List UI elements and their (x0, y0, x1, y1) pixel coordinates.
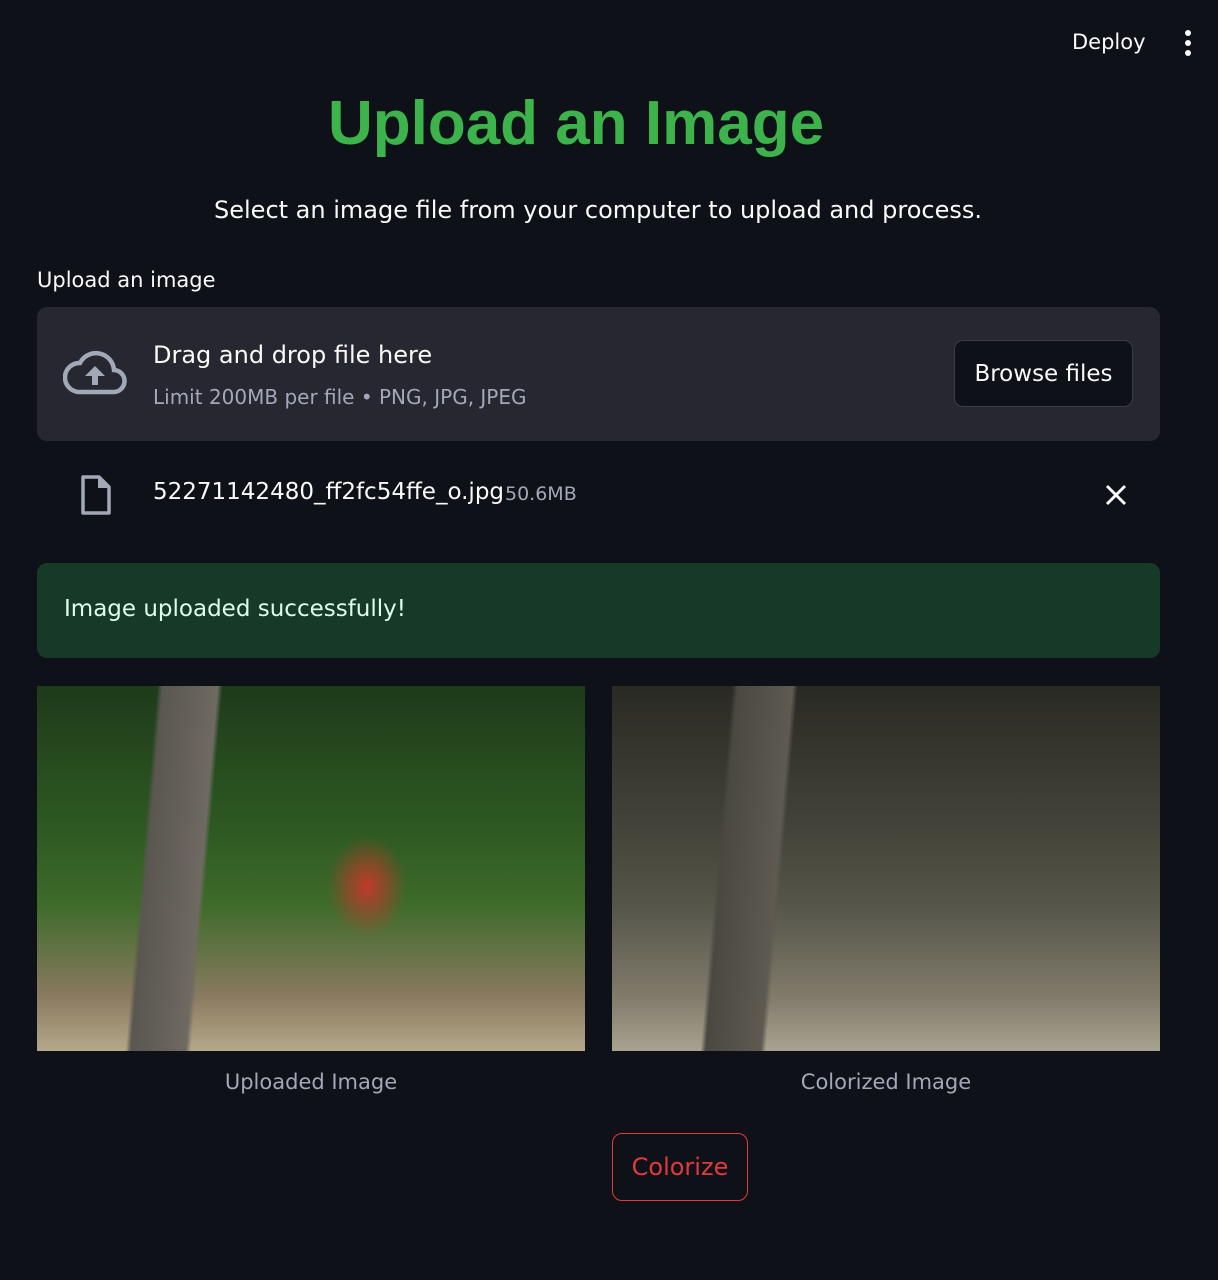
drop-text: Drag and drop file here (153, 341, 433, 369)
file-size: 50.6MB (505, 483, 577, 505)
cloud-upload-icon (63, 350, 127, 395)
limit-text: Limit 200MB per file • PNG, JPG, JPEG (153, 385, 527, 409)
colorized-image-caption: Colorized Image (800, 1070, 972, 1094)
colorize-button[interactable]: Colorize (612, 1133, 748, 1201)
uploaded-image (37, 686, 585, 1051)
uploaded-image-caption: Uploaded Image (224, 1070, 398, 1094)
colorized-image (612, 686, 1160, 1051)
file-dropzone[interactable]: Drag and drop file here Limit 200MB per … (37, 307, 1160, 441)
page-title: Upload an Image (327, 89, 825, 158)
success-alert: Image uploaded successfully! (37, 563, 1160, 658)
deploy-button[interactable]: Deploy (1072, 30, 1146, 54)
page-subtitle: Select an image file from your computer … (214, 196, 982, 224)
file-icon (81, 475, 111, 515)
uploaded-file-item: 52271142480_ff2fc54ffe_o.jpg 50.6MB (37, 465, 1160, 525)
uploader-label: Upload an image (37, 268, 216, 292)
close-icon (1105, 484, 1127, 505)
success-text: Image uploaded successfully! (64, 596, 406, 622)
more-vertical-icon[interactable] (1180, 30, 1196, 56)
file-name: 52271142480_ff2fc54ffe_o.jpg (153, 479, 505, 505)
browse-files-button[interactable]: Browse files (954, 340, 1133, 407)
remove-file-button[interactable] (1103, 483, 1129, 509)
